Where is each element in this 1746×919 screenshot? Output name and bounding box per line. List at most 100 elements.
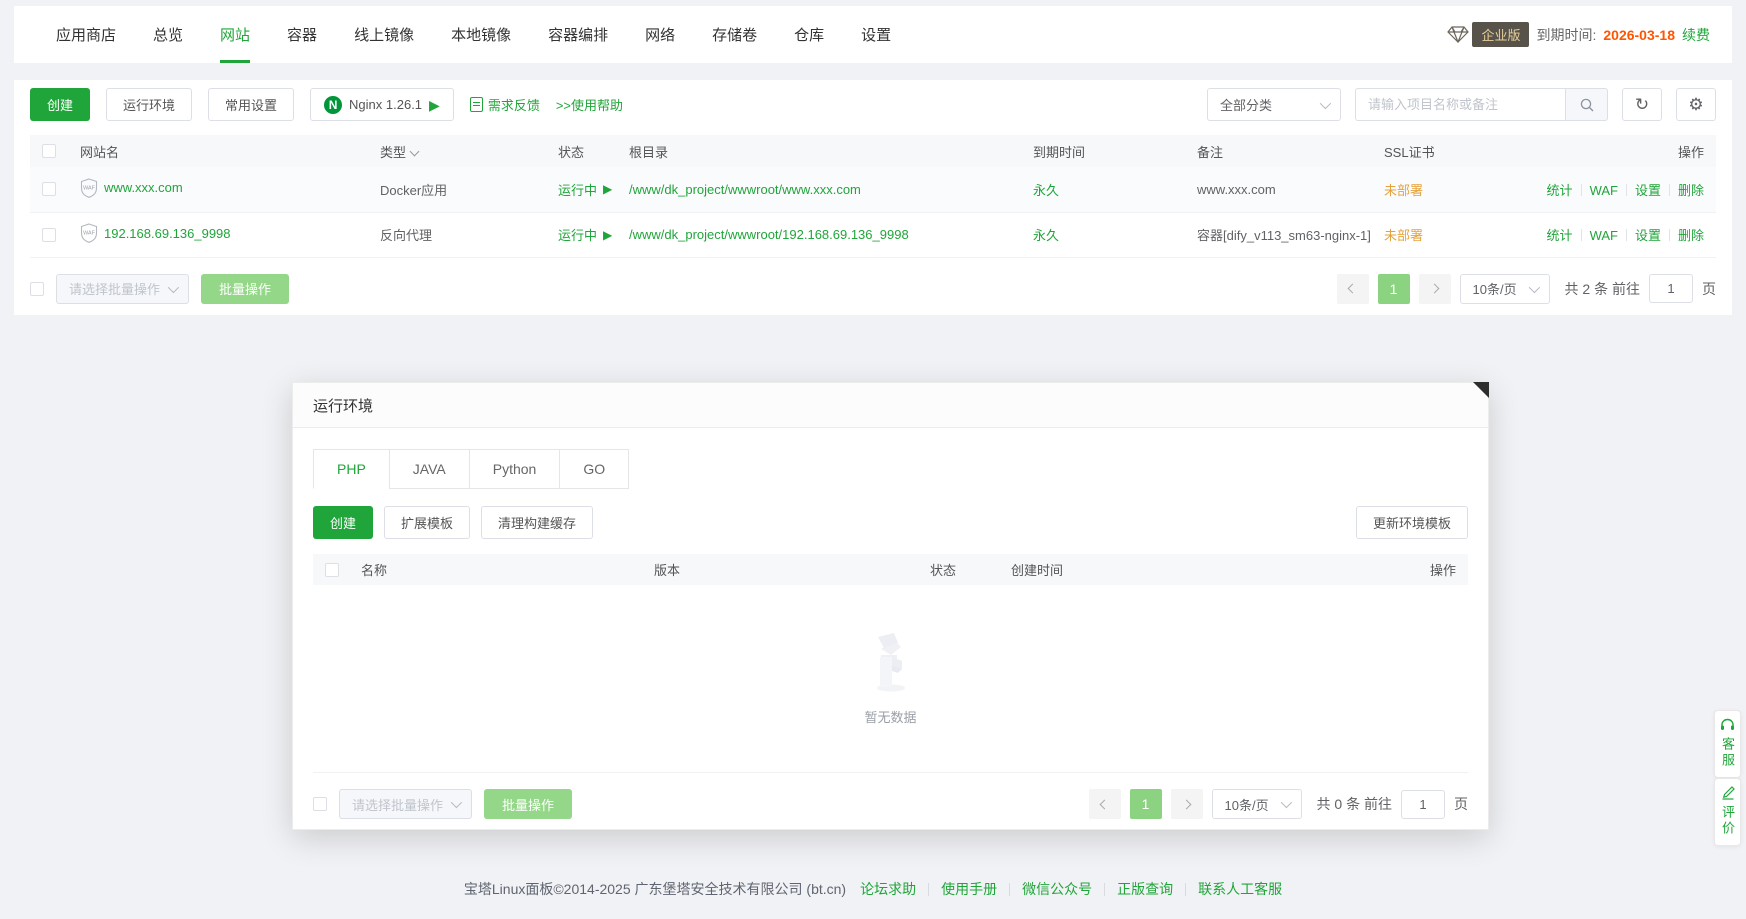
tab-go[interactable]: GO bbox=[559, 449, 629, 489]
modal-batch-operation-button[interactable]: 批量操作 bbox=[484, 789, 572, 819]
batch-operation-button[interactable]: 批量操作 bbox=[201, 274, 289, 304]
col-actions: 操作 bbox=[1492, 135, 1716, 167]
select-all-checkbox[interactable] bbox=[42, 144, 56, 158]
category-filter-select[interactable]: 全部分类 bbox=[1207, 88, 1341, 121]
stats-action[interactable]: 统计 bbox=[1547, 228, 1573, 243]
delete-action[interactable]: 删除 bbox=[1678, 228, 1704, 243]
site-type: 反向代理 bbox=[368, 212, 546, 257]
settings-action[interactable]: 设置 bbox=[1635, 183, 1661, 198]
root-dir-link[interactable]: /www/dk_project/wwwroot/www.xxx.com bbox=[629, 182, 861, 197]
col-version: 版本 bbox=[642, 554, 918, 585]
create-site-button[interactable]: 创建 bbox=[30, 88, 90, 121]
modal-create-button[interactable]: 创建 bbox=[313, 506, 373, 539]
footer-separator bbox=[928, 883, 929, 896]
clean-build-cache-button[interactable]: 清理构建缓存 bbox=[481, 506, 593, 539]
batch-operation-select[interactable]: 请选择批量操作 bbox=[56, 274, 189, 304]
page-size-select[interactable]: 10条/页 bbox=[1460, 274, 1550, 304]
batch-select-all-checkbox[interactable] bbox=[30, 282, 44, 296]
row-checkbox[interactable] bbox=[42, 182, 56, 196]
refresh-button[interactable]: ↻ bbox=[1622, 88, 1662, 121]
ssl-status[interactable]: 未部署 bbox=[1372, 212, 1492, 257]
tab-php[interactable]: PHP bbox=[313, 449, 390, 489]
feedback-link[interactable]: 需求反馈 bbox=[470, 95, 540, 114]
root-dir-link[interactable]: /www/dk_project/wwwroot/192.168.69.136_9… bbox=[629, 227, 909, 242]
waf-action[interactable]: WAF bbox=[1590, 183, 1618, 198]
stats-action[interactable]: 统计 bbox=[1547, 183, 1573, 198]
update-env-template-button[interactable]: 更新环境模板 bbox=[1356, 506, 1468, 539]
nav-app-store[interactable]: 应用商店 bbox=[56, 6, 116, 63]
row-checkbox[interactable] bbox=[42, 228, 56, 242]
feedback-rating-widget[interactable]: 评价 bbox=[1714, 778, 1741, 846]
nav-overview[interactable]: 总览 bbox=[153, 6, 183, 63]
modal-next-page-button[interactable] bbox=[1171, 789, 1203, 819]
modal-prev-page-button[interactable] bbox=[1089, 789, 1121, 819]
nav-network[interactable]: 网络 bbox=[645, 6, 675, 63]
goto-page-input[interactable] bbox=[1649, 274, 1693, 303]
runtime-env-modal: 运行环境 PHP JAVA Python GO 创建 扩展模板 清理构建缓存 更… bbox=[292, 382, 1489, 830]
site-name-link[interactable]: WAF 192.168.69.136_9998 bbox=[80, 223, 231, 243]
nav-volumes[interactable]: 存储卷 bbox=[712, 6, 757, 63]
modal-batch-operation-select[interactable]: 请选择批量操作 bbox=[339, 789, 472, 819]
nav-compose[interactable]: 容器编排 bbox=[548, 6, 608, 63]
batch-operation-row: 请选择批量操作 批量操作 1 10条/页 共 2 条 前往 页 bbox=[30, 274, 1716, 304]
page-unit-label: 页 bbox=[1702, 279, 1716, 299]
site-status[interactable]: 运行中 ▶ bbox=[558, 180, 612, 199]
tab-python[interactable]: Python bbox=[469, 449, 561, 489]
help-link[interactable]: >>使用帮助 bbox=[556, 95, 623, 114]
modal-current-page-button[interactable]: 1 bbox=[1130, 789, 1162, 819]
nav-container[interactable]: 容器 bbox=[287, 6, 317, 63]
tab-java[interactable]: JAVA bbox=[389, 449, 470, 489]
runtime-tabs: PHP JAVA Python GO bbox=[313, 449, 1468, 489]
nav-registry[interactable]: 仓库 bbox=[794, 6, 824, 63]
corner-fold-icon[interactable] bbox=[1473, 382, 1489, 398]
extend-template-button[interactable]: 扩展模板 bbox=[384, 506, 470, 539]
modal-batch-checkbox[interactable] bbox=[313, 797, 327, 811]
site-type: Docker应用 bbox=[368, 167, 546, 212]
headset-icon bbox=[1720, 718, 1735, 732]
nav-settings[interactable]: 设置 bbox=[861, 6, 891, 63]
footer-support-link[interactable]: 联系人工客服 bbox=[1198, 879, 1282, 899]
nav-local-images[interactable]: 本地镜像 bbox=[451, 6, 511, 63]
remark-value[interactable]: 容器[dify_v113_sm63-nginx-1]自 bbox=[1185, 212, 1372, 257]
ssl-status[interactable]: 未部署 bbox=[1372, 167, 1492, 212]
webserver-dropdown-button[interactable]: N Nginx 1.26.1 ▶ bbox=[310, 88, 454, 121]
chevron-down-icon bbox=[168, 281, 179, 292]
site-status[interactable]: 运行中 ▶ bbox=[558, 225, 612, 244]
renew-link[interactable]: 续费 bbox=[1682, 25, 1710, 45]
modal-body: PHP JAVA Python GO 创建 扩展模板 清理构建缓存 更新环境模板… bbox=[293, 449, 1488, 819]
footer-manual-link[interactable]: 使用手册 bbox=[941, 879, 997, 899]
modal-total-count-label: 共 0 条 前往 bbox=[1317, 794, 1392, 814]
footer-forum-link[interactable]: 论坛求助 bbox=[860, 879, 916, 899]
footer-license-check-link[interactable]: 正版查询 bbox=[1117, 879, 1173, 899]
modal-page-size-select[interactable]: 10条/页 bbox=[1212, 789, 1302, 819]
modal-goto-page-input[interactable] bbox=[1401, 790, 1445, 819]
chevron-left-icon bbox=[1348, 284, 1358, 294]
next-page-button[interactable] bbox=[1419, 274, 1451, 304]
row-actions: 统计 WAF 设置 删除 bbox=[1492, 167, 1716, 212]
search-input[interactable] bbox=[1355, 88, 1565, 121]
chevron-right-icon bbox=[1430, 284, 1440, 294]
table-settings-button[interactable]: ⚙ bbox=[1676, 88, 1716, 121]
customer-service-label: 客服 bbox=[1718, 737, 1737, 769]
current-page-button[interactable]: 1 bbox=[1378, 274, 1410, 304]
footer-wechat-link[interactable]: 微信公众号 bbox=[1022, 879, 1092, 899]
site-name-link[interactable]: WAF www.xxx.com bbox=[80, 178, 183, 198]
nav-website[interactable]: 网站 bbox=[220, 6, 250, 63]
nav-online-images[interactable]: 线上镜像 bbox=[354, 6, 414, 63]
col-type[interactable]: 类型 bbox=[368, 135, 546, 167]
waf-action[interactable]: WAF bbox=[1590, 228, 1618, 243]
customer-service-widget[interactable]: 客服 bbox=[1714, 710, 1741, 778]
remark-value[interactable]: www.xxx.com bbox=[1185, 167, 1372, 212]
col-status: 状态 bbox=[546, 135, 617, 167]
feedback-label: 需求反馈 bbox=[488, 95, 540, 114]
prev-page-button[interactable] bbox=[1337, 274, 1369, 304]
common-settings-button[interactable]: 常用设置 bbox=[208, 88, 294, 121]
delete-action[interactable]: 删除 bbox=[1678, 183, 1704, 198]
page-size-value: 10条/页 bbox=[1473, 279, 1517, 298]
modal-select-all-checkbox[interactable] bbox=[325, 563, 339, 577]
site-name-text: 192.168.69.136_9998 bbox=[104, 226, 231, 241]
search-button[interactable] bbox=[1565, 88, 1608, 121]
runtime-env-button[interactable]: 运行环境 bbox=[106, 88, 192, 121]
modal-batch-select-placeholder: 请选择批量操作 bbox=[352, 795, 443, 814]
settings-action[interactable]: 设置 bbox=[1635, 228, 1661, 243]
